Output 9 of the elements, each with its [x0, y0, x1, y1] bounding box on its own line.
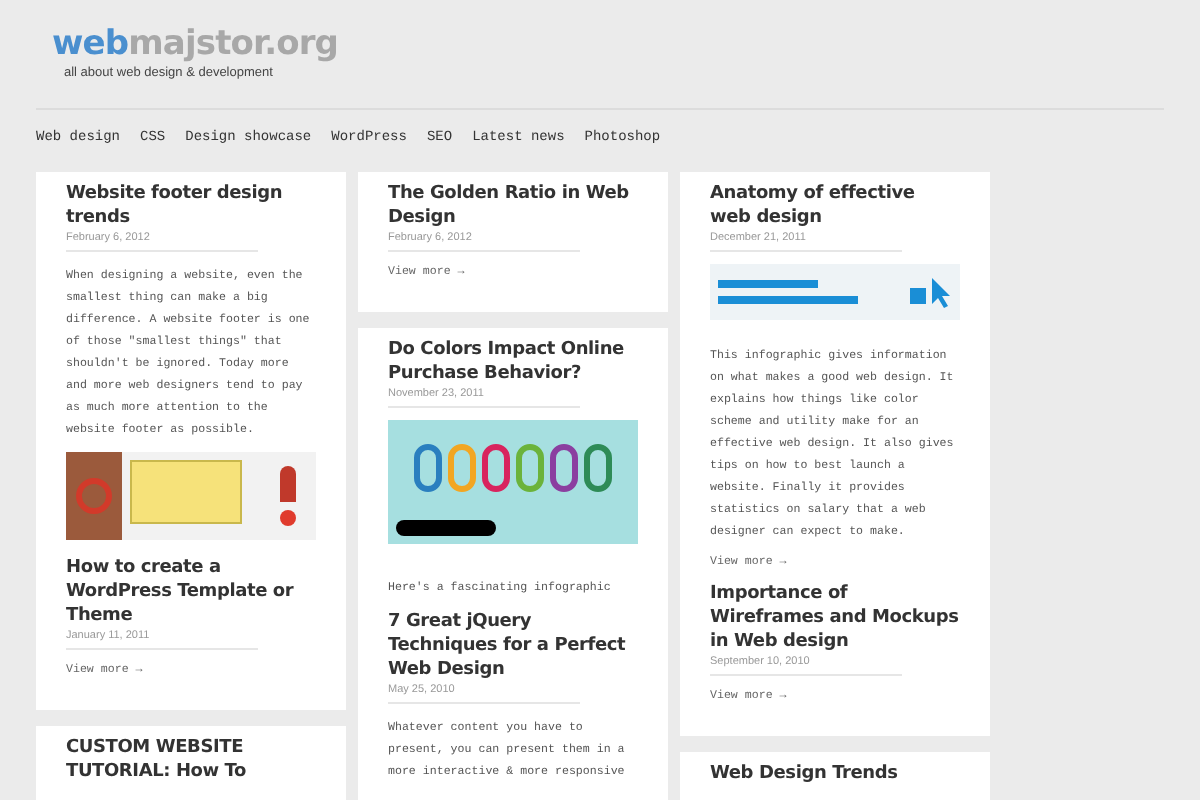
post-title[interactable]: 7 Great jQuery Techniques for a Perfect Web Design [388, 610, 638, 683]
post-title[interactable]: How to create a WordPress Template or Theme [66, 556, 316, 629]
post-title[interactable]: Importance of Wireframes and Mockups in Web design [710, 582, 960, 655]
post-title[interactable]: Website footer design trends [66, 182, 316, 231]
post-title[interactable]: CUSTOM WEBSITE TUTORIAL: How To [66, 736, 316, 785]
post-title[interactable]: Do Colors Impact Online Purchase Behavior? [388, 338, 638, 387]
post-title[interactable]: Anatomy of effective web design [710, 182, 960, 231]
post-title[interactable]: Web Design Trends [710, 762, 960, 787]
post-title[interactable]: The Golden Ratio in Web Design [388, 182, 638, 231]
